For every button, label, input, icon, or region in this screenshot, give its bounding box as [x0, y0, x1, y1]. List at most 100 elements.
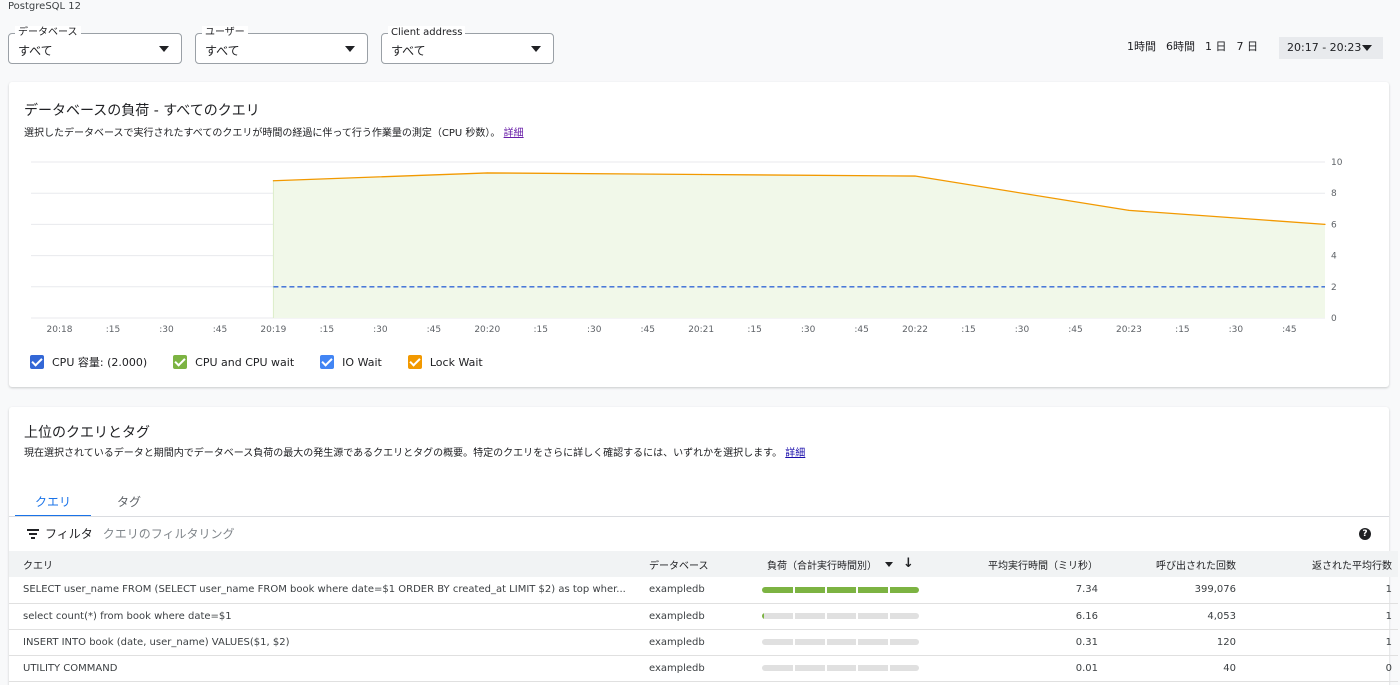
top-queries-card: 上位のクエリとタグ 現在選択されているデータと期間内でデータベース負荷の最大の発…	[9, 407, 1398, 685]
sort-descending-icon: ↓	[903, 556, 914, 571]
x-tick-label: :15	[1175, 325, 1189, 335]
table-header-row: クエリ データベース 負荷（合計実行時間別） ↓ 平均実行時間（ミリ秒） 呼び出…	[9, 551, 1398, 577]
tab-tags[interactable]: タグ	[91, 489, 167, 517]
chart-legend: CPU 容量: (2.000) CPU and CPU wait IO Wait…	[30, 354, 509, 370]
checkbox-icon	[173, 355, 188, 369]
y-tick-label: 6	[1331, 220, 1337, 230]
y-tick-label: 10	[1331, 158, 1343, 168]
x-tick-label: :15	[961, 325, 975, 335]
chevron-down-icon	[345, 46, 355, 52]
x-tick-label: 20:21	[688, 325, 714, 335]
column-header-database[interactable]: データベース	[643, 551, 753, 577]
x-tick-label: 20:18	[47, 325, 73, 335]
load-bar	[762, 665, 919, 671]
legend-item-cpu-wait[interactable]: CPU and CPU wait	[173, 354, 294, 370]
query-avg-rows: 0	[1242, 655, 1398, 682]
column-header-load[interactable]: 負荷（合計実行時間別） ↓	[753, 551, 947, 577]
load-bar-divider	[856, 586, 859, 593]
time-range-options: 1時間 6時間 1 日 7 日	[1127, 38, 1268, 54]
database-filter[interactable]: データベース すべて	[8, 26, 182, 64]
user-filter-label: ユーザー	[202, 26, 248, 40]
cpu-wait-point	[486, 172, 488, 174]
load-bar-divider	[856, 613, 859, 619]
query-database: exampledb	[643, 603, 753, 630]
query-database: exampledb	[643, 629, 753, 656]
time-range-picker[interactable]: 20:17 - 20:23	[1279, 37, 1383, 59]
y-tick-label: 4	[1331, 252, 1337, 262]
load-bar	[762, 586, 919, 593]
x-tick-label: 20:20	[474, 325, 500, 335]
load-bar-fill	[762, 586, 919, 593]
query-avg-rows: 1	[1242, 603, 1398, 630]
load-bar-divider	[824, 613, 827, 619]
query-avg-time: 0.01	[947, 655, 1104, 682]
queries-card-title: 上位のクエリとタグ	[24, 425, 150, 441]
y-tick-label: 0	[1331, 314, 1337, 324]
time-range-value: 20:17 - 20:23	[1287, 41, 1362, 54]
queries-tabs: クエリ タグ	[15, 489, 167, 517]
x-tick-label: :15	[320, 325, 334, 335]
user-filter[interactable]: ユーザー すべて	[195, 26, 368, 64]
x-tick-label: :15	[106, 325, 120, 335]
query-load-cell	[753, 655, 947, 682]
filter-icon	[27, 527, 39, 541]
load-bar-divider	[824, 586, 827, 593]
filter-label: フィルタ	[45, 527, 93, 541]
legend-item-io-wait[interactable]: IO Wait	[320, 354, 382, 370]
query-avg-rows: 1	[1242, 629, 1398, 656]
x-tick-label: :30	[373, 325, 388, 335]
database-load-chart: 0 2 4 6 8 10 20:18:15:30:45 20:19:15:30:45 20:2…	[31, 158, 1343, 335]
x-tick-label: :15	[534, 325, 548, 335]
legend-item-cpu-capacity[interactable]: CPU 容量: (2.000)	[30, 354, 147, 370]
client-address-filter-label: Client address	[388, 26, 466, 40]
cpu-wait-point	[272, 180, 275, 182]
query-load-cell	[753, 629, 947, 656]
load-bar-divider	[887, 639, 890, 645]
x-tick-label: 20:19	[260, 325, 286, 335]
help-icon[interactable]: ?	[1359, 528, 1371, 540]
time-option-1d[interactable]: 1 日	[1205, 38, 1227, 54]
query-calls: 40	[1104, 655, 1242, 682]
top-queries-table: クエリ データベース 負荷（合計実行時間別） ↓ 平均実行時間（ミリ秒） 呼び出…	[9, 551, 1398, 682]
query-calls: 120	[1104, 629, 1242, 656]
load-bar-divider	[793, 639, 796, 645]
chevron-down-icon	[531, 46, 541, 52]
column-header-avg-rows[interactable]: 返された平均行数	[1242, 551, 1398, 577]
x-tick-label: :30	[1015, 325, 1030, 335]
database-filter-label: データベース	[15, 26, 81, 40]
table-row[interactable]: SELECT user_name FROM (SELECT user_name …	[9, 577, 1398, 604]
database-filter-value: すべて	[18, 44, 53, 58]
chevron-down-icon	[1362, 45, 1372, 51]
chevron-down-icon	[159, 46, 169, 52]
x-tick-label: 20:22	[902, 325, 928, 335]
column-header-query[interactable]: クエリ	[9, 551, 643, 577]
cpu-wait-area	[273, 172, 1325, 318]
query-load-cell	[753, 577, 947, 604]
column-header-calls[interactable]: 呼び出された回数	[1104, 551, 1242, 577]
cpu-wait-point	[1324, 223, 1326, 225]
query-filter-bar[interactable]: フィルタ クエリのフィルタリング	[27, 525, 235, 542]
queries-card-subtitle: 現在選択されているデータと期間内でデータベース負荷の最大の発生源であるクエリとタ…	[24, 448, 806, 459]
legend-item-lock-wait[interactable]: Lock Wait	[407, 354, 483, 370]
load-bar-divider	[887, 586, 890, 593]
load-bar-divider	[856, 639, 859, 645]
query-calls: 4,053	[1104, 603, 1242, 630]
client-address-filter[interactable]: Client address すべて	[381, 26, 554, 64]
query-avg-time: 7.34	[947, 577, 1104, 604]
table-row[interactable]: UTILITY COMMAND exampledb 0.01 40 0	[9, 655, 1398, 682]
query-text: UTILITY COMMAND	[9, 655, 643, 682]
column-header-avg-time[interactable]: 平均実行時間（ミリ秒）	[947, 551, 1104, 577]
time-option-7d[interactable]: 7 日	[1237, 38, 1259, 54]
table-row[interactable]: select count(*) from book where date=$1 e…	[9, 603, 1398, 630]
queries-learn-more-link[interactable]: 詳細	[785, 448, 805, 459]
table-row[interactable]: INSERT INTO book (date, user_name) VALUE…	[9, 629, 1398, 656]
time-option-6h[interactable]: 6時間	[1166, 38, 1195, 54]
client-address-filter-value: すべて	[391, 44, 426, 58]
tab-queries[interactable]: クエリ	[15, 489, 91, 517]
time-option-1h[interactable]: 1時間	[1127, 38, 1156, 54]
query-database: exampledb	[643, 655, 753, 682]
checkbox-icon	[30, 355, 44, 369]
query-database: exampledb	[643, 577, 753, 604]
user-filter-value: すべて	[205, 44, 240, 58]
filter-input[interactable]: クエリのフィルタリング	[103, 525, 235, 542]
